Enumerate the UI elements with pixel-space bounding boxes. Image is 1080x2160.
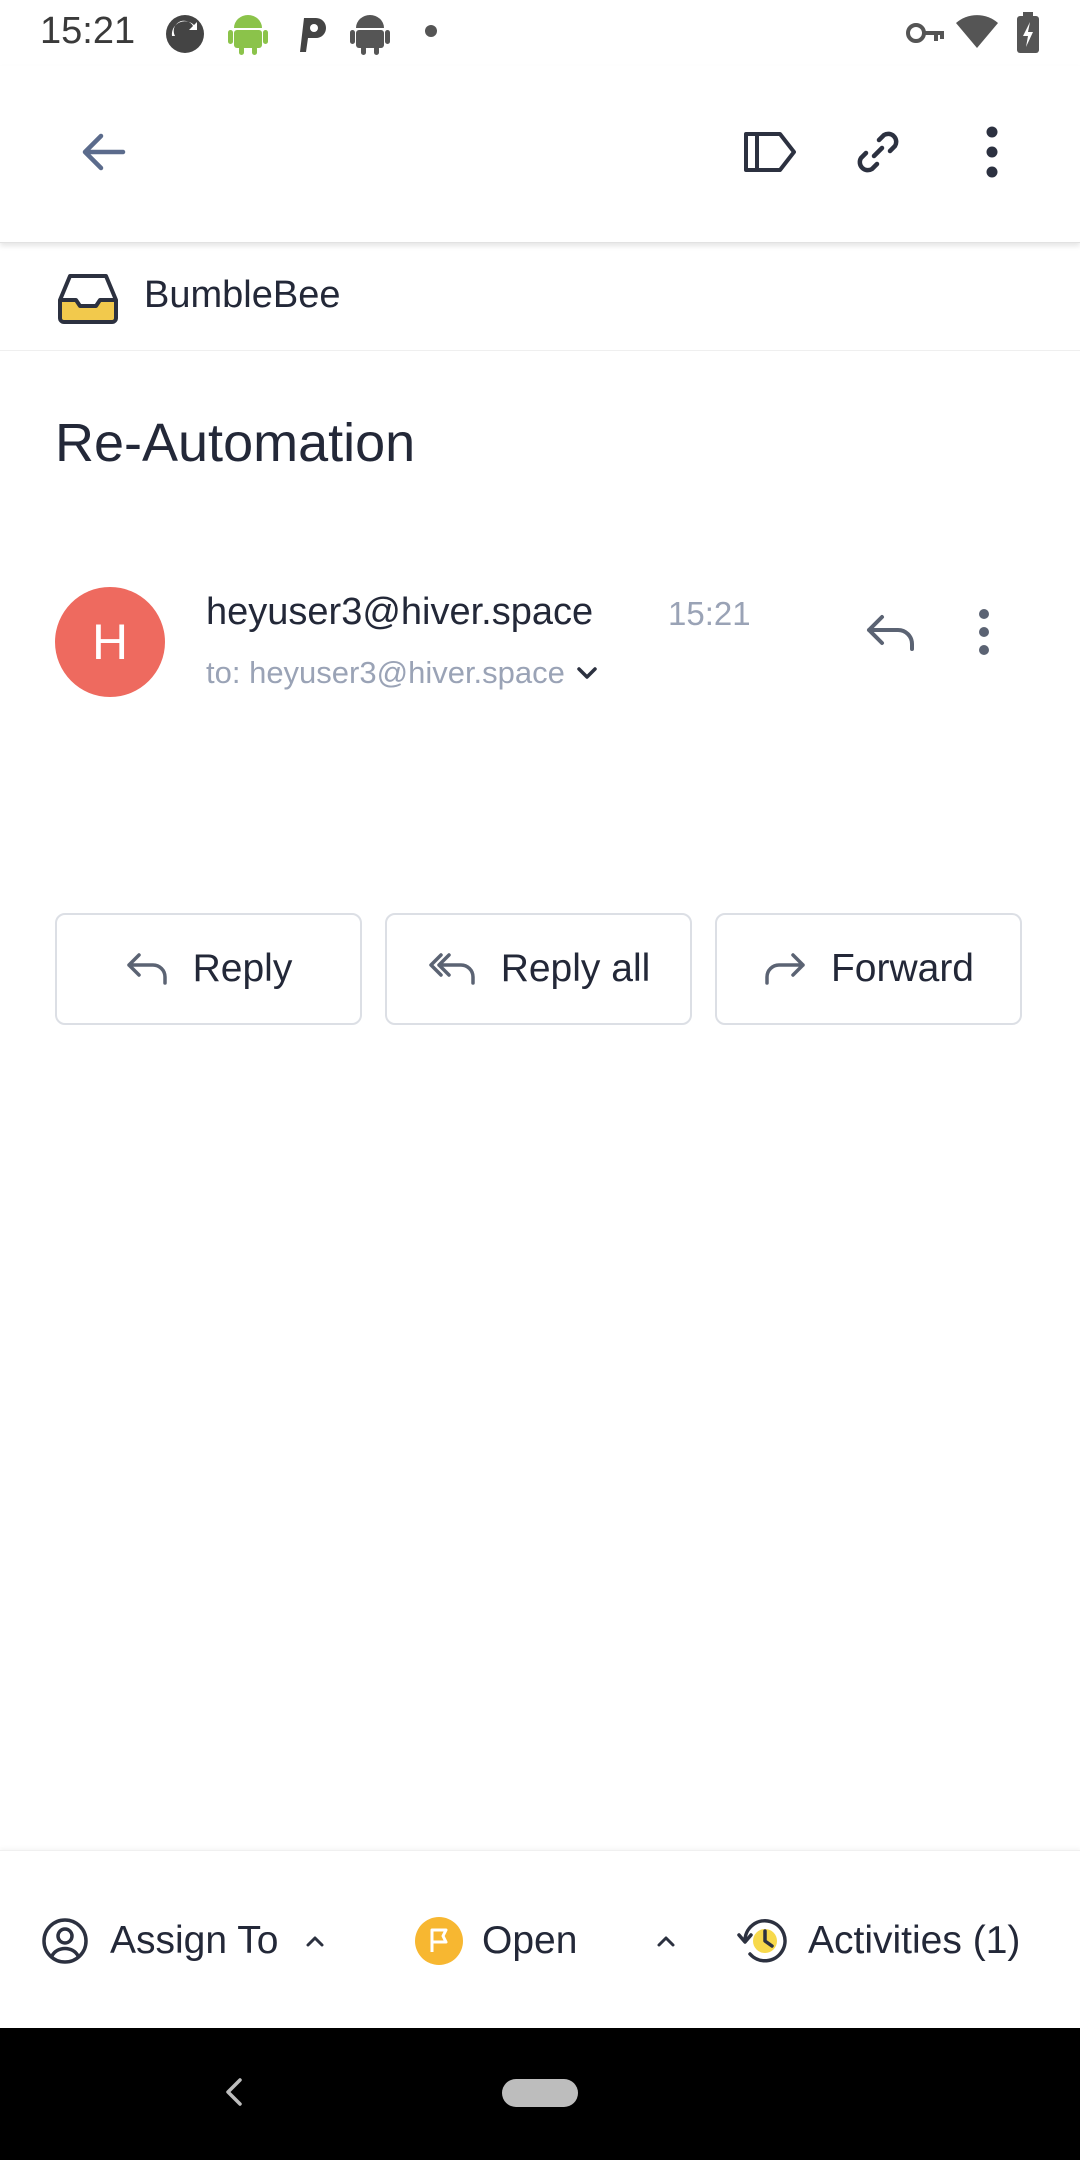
recipients-text: to: heyuser3@hiver.space (206, 655, 565, 690)
forward-icon (763, 951, 807, 987)
more-vert-icon (979, 609, 989, 655)
activities-label: Activities (1) (808, 1919, 1021, 1962)
status-time: 15:21 (40, 10, 136, 52)
link-button[interactable] (830, 104, 926, 200)
reply-icon (125, 951, 169, 987)
chevron-down-icon (575, 665, 599, 681)
bottom-action-bar: Assign To Open Activities (1) (0, 1850, 1080, 2029)
reply-all-button[interactable]: Reply all (385, 913, 692, 1025)
history-icon (736, 1916, 788, 1966)
activities-button[interactable]: Activities (1) (736, 1903, 1020, 1979)
reply-label: Reply (192, 947, 293, 990)
status-bar: 15:21 (0, 0, 1080, 66)
more-notifications-dot (424, 24, 438, 38)
reply-button[interactable]: Reply (55, 913, 362, 1025)
message-time: 15:21 (668, 595, 751, 632)
link-icon (857, 131, 899, 173)
reply-icon (867, 615, 914, 651)
forward-button[interactable]: Forward (715, 913, 1022, 1025)
reply-all-icon (427, 951, 477, 987)
more-options-button[interactable] (944, 104, 1040, 200)
app-bar (0, 66, 1080, 243)
chevron-up-icon (304, 1934, 326, 1948)
back-button[interactable] (55, 104, 151, 200)
battery-icon (1016, 12, 1040, 54)
email-subject: Re-Automation (55, 413, 416, 473)
status-label: Open (482, 1919, 578, 1962)
nav-home-pill[interactable] (502, 2079, 578, 2107)
message-more-button[interactable] (948, 596, 1020, 668)
sender-email: heyuser3@hiver.space (206, 591, 594, 633)
mailbox-name: BumbleBee (144, 274, 341, 316)
status-button[interactable]: Open (414, 1903, 677, 1979)
assign-to-button[interactable]: Assign To (40, 1903, 326, 1979)
system-navigation-bar (0, 2028, 1080, 2160)
inbox-icon (56, 272, 120, 324)
message-reply-button[interactable] (854, 596, 926, 668)
back-arrow-icon (82, 133, 126, 171)
nav-back-button[interactable] (222, 2074, 246, 2110)
android-icon (228, 12, 268, 56)
forward-label: Forward (830, 947, 975, 990)
wifi-icon (955, 14, 999, 50)
assign-to-label: Assign To (110, 1919, 279, 1962)
flag-icon (414, 1916, 464, 1966)
label-button[interactable] (722, 104, 818, 200)
sync-app-icon (163, 12, 207, 56)
mailbox-row[interactable]: BumbleBee (0, 244, 1080, 351)
chevron-up-icon (655, 1934, 677, 1948)
more-vert-icon (986, 126, 998, 178)
p-app-icon (292, 12, 328, 56)
recipients-toggle[interactable]: to: heyuser3@hiver.space (206, 655, 599, 691)
label-icon (744, 132, 796, 172)
sender-avatar: H (55, 587, 165, 697)
reply-all-label: Reply all (500, 947, 651, 990)
user-circle-icon (40, 1916, 90, 1966)
android-icon-2 (350, 12, 390, 56)
vpn-key-icon (906, 18, 946, 48)
